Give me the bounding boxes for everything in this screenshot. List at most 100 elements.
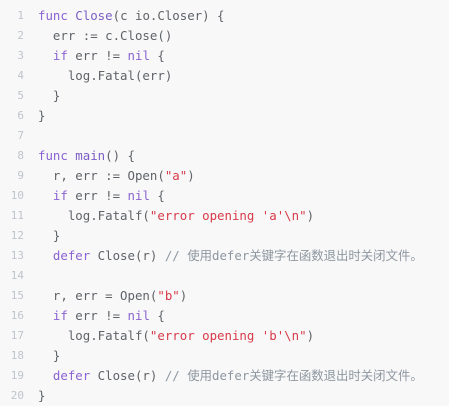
code-token: (c io.Closer) { <box>112 8 225 23</box>
line-number: 18 <box>10 349 24 362</box>
code-token: () { <box>105 148 135 163</box>
code-token: main <box>67 148 106 163</box>
code-token: nil <box>127 308 150 323</box>
code-line: 6} <box>0 106 449 126</box>
code-line: 7 <box>0 126 449 146</box>
code-line: 20} <box>0 386 449 406</box>
code-text: log.Fatalf("error opening 'b'\n") <box>38 326 314 346</box>
code-line: 10 if err != nil { <box>0 186 449 206</box>
code-token: { <box>149 188 165 203</box>
line-number: 8 <box>17 149 24 162</box>
code-token: Close(r) <box>90 368 158 383</box>
code-token: log.Fatalf( <box>38 328 150 343</box>
code-line: 12 } <box>0 226 449 246</box>
code-token: Close <box>67 8 113 23</box>
code-token: ) <box>187 168 195 183</box>
line-number: 1 <box>17 9 24 22</box>
code-comment: // 使用defer关键字在函数退出时关闭文件。 <box>157 248 423 263</box>
code-text: } <box>38 226 60 246</box>
code-editor[interactable]: 1 func Close(c io.Closer) { 2 err := c.Cl… <box>0 0 449 406</box>
code-token: if <box>38 48 68 63</box>
code-text: if err != nil { <box>38 306 165 326</box>
code-token: defer <box>38 368 91 383</box>
code-text: log.Fatalf("error opening 'a'\n") <box>38 206 314 226</box>
code-comment: // 使用defer关键字在函数退出时关闭文件。 <box>157 368 423 383</box>
code-token: nil <box>127 188 150 203</box>
code-token: "error opening 'b'\n" <box>149 328 307 343</box>
line-number: 3 <box>17 49 24 62</box>
line-number: 11 <box>10 209 24 222</box>
code-token: err != <box>67 308 128 323</box>
line-number: 12 <box>10 229 24 242</box>
code-line: 16 if err != nil { <box>0 306 449 326</box>
code-text: defer Close(r) // 使用defer关键字在函数退出时关闭文件。 <box>38 366 423 386</box>
code-token: ) <box>179 288 188 303</box>
code-text: } <box>38 346 60 366</box>
code-token: } <box>38 388 46 403</box>
code-text: r, err := Open("a") <box>38 166 195 186</box>
line-number: 10 <box>10 189 24 202</box>
code-text: func Close(c io.Closer) { <box>38 6 225 26</box>
code-text: log.Fatal(err) <box>38 66 172 86</box>
code-text: } <box>38 86 60 106</box>
line-number: 13 <box>10 249 24 262</box>
code-line: 4 log.Fatal(err) <box>0 66 449 86</box>
line-number: 17 <box>10 329 24 342</box>
code-line: 11 log.Fatalf("error opening 'a'\n") <box>0 206 449 226</box>
code-text: defer Close(r) // 使用defer关键字在函数退出时关闭文件。 <box>38 246 423 266</box>
code-line: 15 r, err = Open("b") <box>0 286 449 306</box>
code-text: if err != nil { <box>38 186 165 206</box>
code-line: 13 defer Close(r) // 使用defer关键字在函数退出时关闭文… <box>0 246 449 266</box>
code-token: err := c.Close() <box>38 28 173 43</box>
line-number: 15 <box>10 289 24 302</box>
code-token: Close(r) <box>90 248 158 263</box>
code-token: func <box>38 8 68 23</box>
code-token: "a" <box>164 168 188 183</box>
code-line: 9 r, err := Open("a") <box>0 166 449 186</box>
code-line: 5 } <box>0 86 449 106</box>
code-token: { <box>149 308 165 323</box>
code-token: log.Fatalf( <box>38 208 150 223</box>
code-text: func main() { <box>38 146 135 166</box>
code-token: err != <box>67 48 128 63</box>
code-token: } <box>38 88 61 103</box>
code-line: 18 } <box>0 346 449 366</box>
code-line: 2 err := c.Close() <box>0 26 449 46</box>
line-number: 7 <box>17 129 24 142</box>
code-line: 3 if err != nil { <box>0 46 449 66</box>
code-token: if <box>38 188 68 203</box>
code-text: if err != nil { <box>38 46 165 66</box>
code-token: "b" <box>157 288 180 303</box>
line-number: 14 <box>10 269 24 282</box>
code-line: 19 defer Close(r) // 使用defer关键字在函数退出时关闭文… <box>0 366 449 386</box>
code-text: } <box>38 386 45 406</box>
code-token: log.Fatal(err) <box>38 68 173 83</box>
code-token: ) <box>306 328 315 343</box>
code-token: defer <box>38 248 91 263</box>
code-line: 14 <box>0 266 449 286</box>
code-token: r, err = Open( <box>38 288 158 303</box>
code-text: } <box>38 106 45 126</box>
code-token: "error opening 'a'\n" <box>149 208 307 223</box>
code-token: { <box>149 48 165 63</box>
code-token: func <box>38 148 68 163</box>
line-number: 20 <box>10 389 24 402</box>
code-text: r, err = Open("b") <box>38 286 187 306</box>
code-token: if <box>38 308 68 323</box>
line-number: 6 <box>17 109 24 122</box>
code-token: err != <box>67 188 128 203</box>
line-number: 5 <box>17 89 24 102</box>
line-number: 9 <box>17 169 24 182</box>
code-token: } <box>38 228 61 243</box>
line-number: 2 <box>17 29 24 42</box>
code-token: r, err := Open( <box>38 168 165 183</box>
code-token: ) <box>306 208 315 223</box>
code-line: 17 log.Fatalf("error opening 'b'\n") <box>0 326 449 346</box>
code-token: } <box>38 108 46 123</box>
code-text: err := c.Close() <box>38 26 172 46</box>
line-number: 16 <box>10 309 24 322</box>
code-token: nil <box>127 48 150 63</box>
line-number: 4 <box>17 69 24 82</box>
code-token: } <box>38 348 61 363</box>
code-line: 1 func Close(c io.Closer) { <box>0 6 449 26</box>
